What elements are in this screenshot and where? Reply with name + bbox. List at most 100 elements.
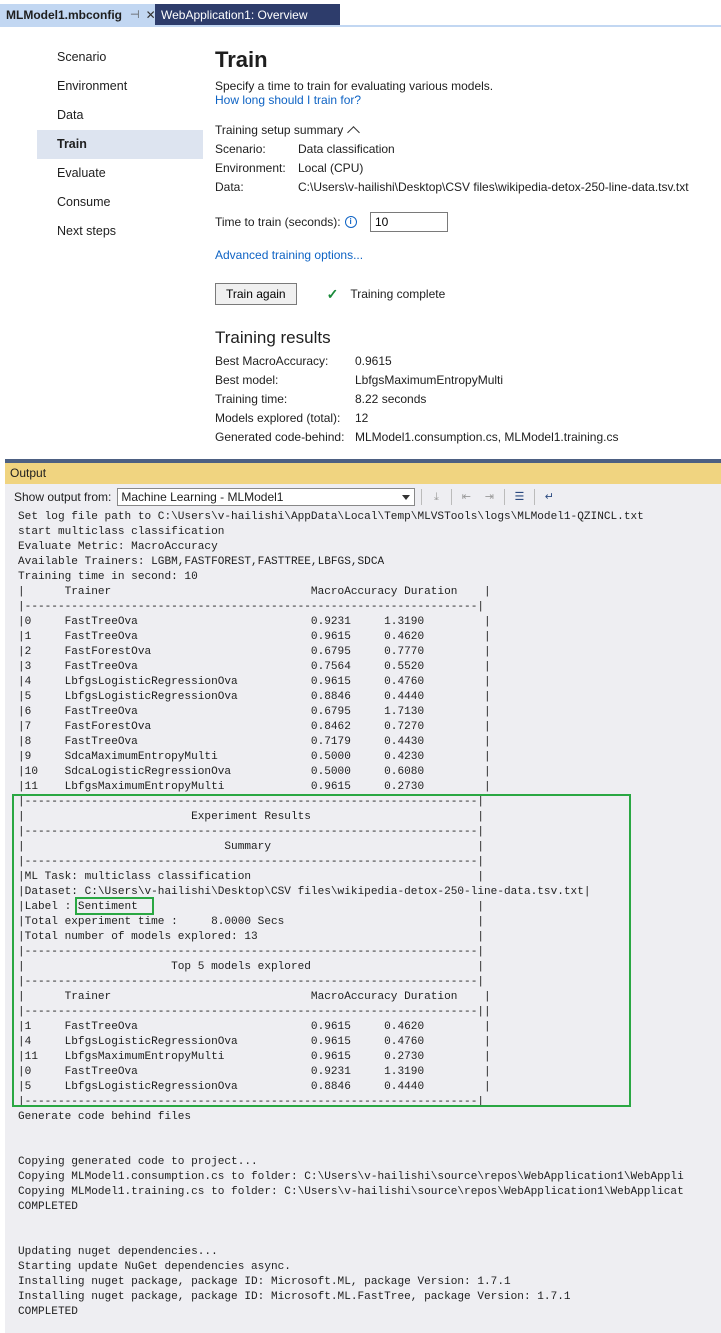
summary-key: Scenario: xyxy=(215,142,266,156)
setup-summary: Scenario: Data classification Environment… xyxy=(215,140,715,197)
toolbar-separator xyxy=(534,489,536,505)
time-to-train-input[interactable] xyxy=(370,212,448,232)
tab-underline xyxy=(0,25,721,27)
output-log-line: start multiclass classification xyxy=(18,526,225,538)
output-source-value: Machine Learning - MLModel1 xyxy=(121,490,284,504)
nav-item-train[interactable]: Train xyxy=(37,130,203,159)
output-log-line: | Trainer MacroAccuracy Duration | xyxy=(18,586,491,598)
output-log-line: |5 LbfgsLogisticRegressionOva 0.8846 0.4… xyxy=(18,691,491,703)
output-log-line: Copying MLModel1.training.cs to folder: … xyxy=(18,1186,684,1198)
output-log-line: |3 FastTreeOva 0.7564 0.5520 | xyxy=(18,661,491,673)
checkmark-icon: ✓ xyxy=(326,285,339,302)
output-log-line: Copying generated code to project... xyxy=(18,1156,258,1168)
tab-mlmodel1-mbconfig[interactable]: MLModel1.mbconfig ⊣ ✕ xyxy=(0,4,156,25)
output-log-line: Training time in second: 10 xyxy=(18,571,198,583)
output-log-line: Starting update NuGet dependencies async… xyxy=(18,1261,291,1273)
nav-item-environment[interactable]: Environment xyxy=(37,72,203,101)
nav-item-evaluate[interactable]: Evaluate xyxy=(37,159,203,188)
result-value: MLModel1.consumption.cs, MLModel1.traini… xyxy=(355,430,619,444)
output-log-line: Available Trainers: LGBM,FASTFOREST,FAST… xyxy=(18,556,385,568)
label-highlight xyxy=(75,897,154,915)
summary-value: Local (CPU) xyxy=(298,161,364,175)
output-log-line: Copying MLModel1.consumption.cs to folde… xyxy=(18,1171,684,1183)
result-value: LbfgsMaximumEntropyMulti xyxy=(355,373,504,387)
tab-label: MLModel1.mbconfig xyxy=(6,7,122,22)
train-again-button[interactable]: Train again xyxy=(215,283,297,305)
result-key: Best model: xyxy=(215,373,279,387)
output-log-line: Generate code behind files xyxy=(18,1111,192,1123)
summary-row: Environment: Local (CPU) xyxy=(215,159,715,178)
summary-row: Scenario: Data classification xyxy=(215,140,715,159)
summary-toggle-label: Training setup summary xyxy=(215,123,344,137)
toolbar-separator xyxy=(421,489,423,505)
output-log-line: |7 FastForestOva 0.8462 0.7270 | xyxy=(18,721,491,733)
summary-value: C:\Users\v-hailishi\Desktop\CSV files\wi… xyxy=(298,180,689,194)
train-page: Train Specify a time to train for evalua… xyxy=(215,46,715,444)
summary-key: Environment: xyxy=(215,161,286,175)
output-toolbar: Show output from: Machine Learning - MLM… xyxy=(5,484,721,510)
output-log-line: |11 LbfgsMaximumEntropyMulti 0.9615 0.27… xyxy=(18,781,491,793)
find-message-icon[interactable]: ⤓ xyxy=(427,488,445,506)
nav-item-consume[interactable]: Consume xyxy=(37,188,203,217)
output-log-line: Installing nuget package, package ID: Mi… xyxy=(18,1291,571,1303)
output-log-line: |4 LbfgsLogisticRegressionOva 0.9615 0.4… xyxy=(18,676,491,688)
output-log-line: |9 SdcaMaximumEntropyMulti 0.5000 0.4230… xyxy=(18,751,491,763)
output-log-line: |10 SdcaLogisticRegressionOva 0.5000 0.6… xyxy=(18,766,491,778)
document-tab-bar: MLModel1.mbconfig ⊣ ✕ WebApplication1: O… xyxy=(0,0,721,30)
advanced-training-options-link[interactable]: Advanced training options... xyxy=(215,248,363,262)
result-row: Best MacroAccuracy: 0.9615 xyxy=(215,352,618,371)
result-key: Generated code-behind: xyxy=(215,430,345,444)
result-key: Models explored (total): xyxy=(215,411,341,425)
help-link[interactable]: How long should I train for? xyxy=(215,93,715,107)
result-row: Training time: 8.22 seconds xyxy=(215,390,618,409)
go-to-next-icon[interactable]: ⇥ xyxy=(480,488,498,506)
info-icon[interactable]: i xyxy=(344,216,357,228)
train-actions: Train again ✓ Training complete xyxy=(215,283,445,305)
summary-toggle[interactable]: Training setup summary xyxy=(215,123,715,139)
training-status: Training complete xyxy=(350,287,446,301)
result-row: Best model: LbfgsMaximumEntropyMulti xyxy=(215,371,618,390)
toolbar-separator xyxy=(504,489,506,505)
training-results: Training results Best MacroAccuracy: 0.96… xyxy=(215,328,618,447)
nav-item-scenario[interactable]: Scenario xyxy=(37,43,203,72)
output-title-bar[interactable]: Output xyxy=(5,463,721,484)
clear-all-icon[interactable]: ☰ xyxy=(510,488,528,506)
tab-webapplication1-overview[interactable]: WebApplication1: Overview xyxy=(155,4,340,25)
output-log-line: Evaluate Metric: MacroAccuracy xyxy=(18,541,218,553)
output-log-line: |8 FastTreeOva 0.7179 0.4430 | xyxy=(18,736,491,748)
result-row: Generated code-behind: MLModel1.consumpti… xyxy=(215,428,618,447)
toolbar-separator xyxy=(451,489,453,505)
time-to-train-row: Time to train (seconds): i xyxy=(215,212,448,232)
output-log-line: Installing nuget package, package ID: Mi… xyxy=(18,1276,511,1288)
nav-item-data[interactable]: Data xyxy=(37,101,203,130)
output-log-line: |0 FastTreeOva 0.9231 1.3190 | xyxy=(18,616,491,628)
output-log-line: |2 FastForestOva 0.6795 0.7770 | xyxy=(18,646,491,658)
go-to-previous-icon[interactable]: ⇤ xyxy=(457,488,475,506)
output-log-line: Set log file path to C:\Users\v-hailishi… xyxy=(18,511,644,523)
result-row: Models explored (total): 12 xyxy=(215,409,618,428)
nav-item-next-steps[interactable]: Next steps xyxy=(37,217,203,246)
output-log-line: COMPLETED xyxy=(18,1201,78,1213)
output-log-line: |1 FastTreeOva 0.9615 0.4620 | xyxy=(18,631,491,643)
time-to-train-label: Time to train (seconds): xyxy=(215,215,341,229)
result-key: Training time: xyxy=(215,392,288,406)
summary-key: Data: xyxy=(215,180,244,194)
result-value: 0.9615 xyxy=(355,354,392,368)
output-log-line: COMPLETED xyxy=(18,1306,78,1318)
output-log-line: |6 FastTreeOva 0.6795 1.7130 | xyxy=(18,706,491,718)
word-wrap-icon[interactable]: ↵ xyxy=(540,488,558,506)
tab-label: WebApplication1: Overview xyxy=(161,7,308,22)
output-log-line: Updating nuget dependencies... xyxy=(18,1246,218,1258)
show-output-from-label: Show output from: xyxy=(14,490,112,504)
output-source-select[interactable]: Machine Learning - MLModel1 xyxy=(117,488,416,506)
page-title: Train xyxy=(215,47,268,72)
summary-row: Data: C:\Users\v-hailishi\Desktop\CSV fil… xyxy=(215,178,715,197)
chevron-down-icon xyxy=(402,495,411,500)
experiment-results-highlight xyxy=(12,794,631,1107)
wizard-nav: Scenario Environment Data Train Evaluate… xyxy=(37,43,203,246)
output-log-line: |---------------------------------------… xyxy=(18,601,485,613)
page-description: Specify a time to train for evaluating v… xyxy=(215,79,494,93)
summary-value: Data classification xyxy=(298,142,395,156)
chevron-up-icon xyxy=(347,125,361,139)
pin-icon[interactable]: ⊣ xyxy=(130,8,140,21)
